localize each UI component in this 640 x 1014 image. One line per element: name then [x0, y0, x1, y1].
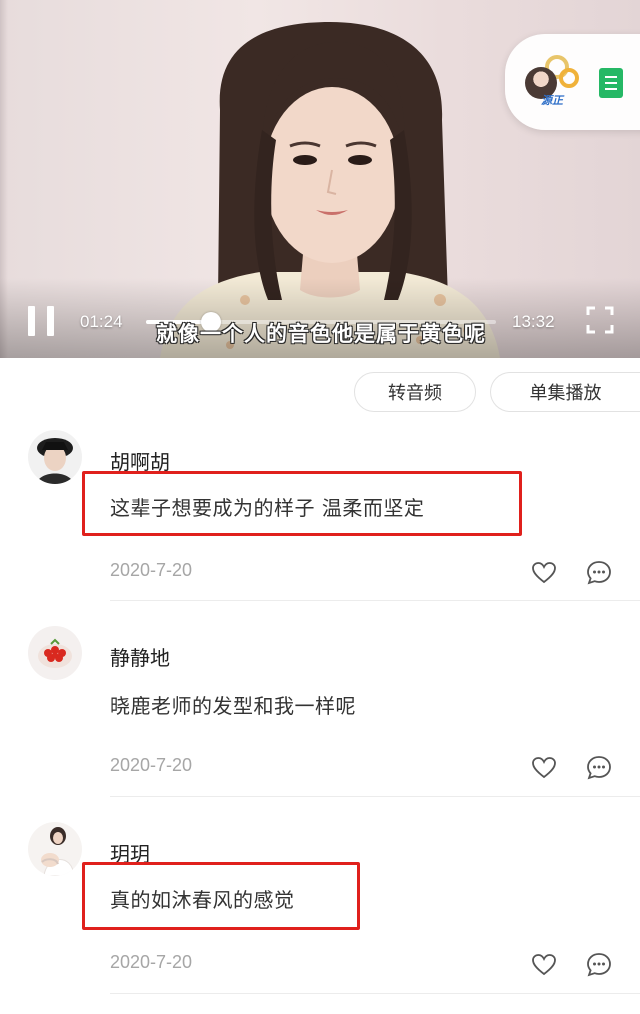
- video-detail-page: 源正 01:24 就像一个人的音色他是属于黄色呢 13:32 转音频 单集播放: [0, 0, 640, 1014]
- comment-divider: [110, 796, 640, 797]
- total-time: 13:32: [512, 312, 555, 331]
- comment-date: 2020-7-20: [110, 952, 193, 972]
- highlight-annotation: [82, 862, 360, 930]
- avatar[interactable]: [28, 626, 82, 680]
- video-subtitle: 就像一个人的音色他是属于黄色呢: [156, 322, 486, 346]
- heart-icon[interactable]: [531, 755, 557, 781]
- avatar[interactable]: [28, 822, 82, 876]
- floating-tag: 源正: [541, 94, 563, 107]
- comment-bubble-icon[interactable]: [586, 755, 612, 781]
- single-episode-button[interactable]: 单集播放: [490, 372, 640, 412]
- pause-icon[interactable]: [28, 306, 54, 336]
- comment-divider: [110, 600, 640, 601]
- floating-overlay[interactable]: 源正: [505, 34, 640, 130]
- avatar[interactable]: [28, 430, 82, 484]
- current-time: 01:24: [80, 312, 123, 331]
- comment-bubble-icon[interactable]: [586, 560, 612, 586]
- heart-icon[interactable]: [531, 560, 557, 586]
- document-app-icon[interactable]: [599, 68, 623, 98]
- comment-text: 晓鹿老师的发型和我一样呢: [110, 694, 356, 718]
- convert-audio-button[interactable]: 转音频: [354, 372, 476, 412]
- video-player[interactable]: 源正 01:24 就像一个人的音色他是属于黄色呢 13:32: [0, 0, 640, 358]
- highlight-annotation: [82, 471, 522, 536]
- decoration-ring-icon: [559, 68, 579, 88]
- comment-bubble-icon[interactable]: [586, 952, 612, 978]
- comment-username[interactable]: 静静地: [110, 642, 170, 671]
- comment-date: 2020-7-20: [110, 755, 193, 775]
- fullscreen-icon[interactable]: [586, 306, 614, 334]
- comment-divider: [110, 993, 640, 994]
- comment-date: 2020-7-20: [110, 560, 193, 580]
- heart-icon[interactable]: [531, 952, 557, 978]
